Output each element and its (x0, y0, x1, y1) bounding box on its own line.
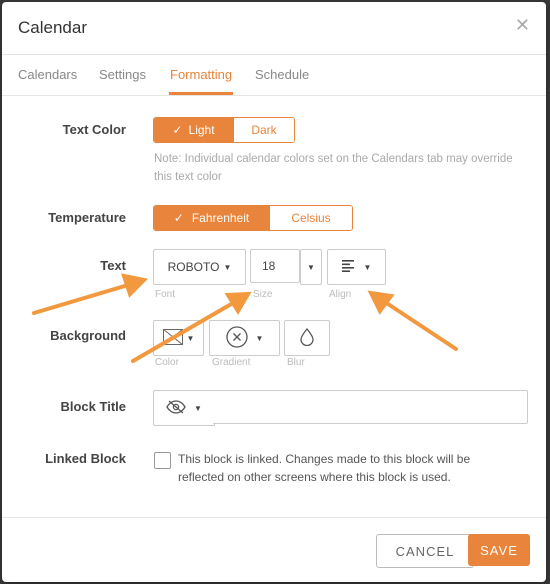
check-icon: ✓ (172, 123, 183, 137)
cancel-button[interactable]: CANCEL (376, 534, 474, 568)
caret-down-icon: ▼ (186, 333, 195, 343)
font-caption: Font (155, 289, 176, 300)
gradient-caption: Gradient (212, 357, 251, 368)
no-color-swatch-icon (162, 328, 183, 348)
tab-formatting[interactable]: Formatting (170, 67, 232, 82)
tab-schedule[interactable]: Schedule (255, 67, 309, 82)
caret-down-icon: ▼ (363, 262, 372, 272)
calendar-dialog: Calendar ✕ Calendars Settings Formatting… (2, 2, 546, 582)
color-picker[interactable]: ▼ (153, 320, 204, 356)
dialog-header: Calendar ✕ (2, 2, 546, 55)
celsius-option[interactable]: Celsius (269, 206, 352, 230)
fahrenheit-option[interactable]: ✓ Fahrenheit (154, 206, 269, 230)
background-label: Background (50, 328, 126, 343)
tab-settings[interactable]: Settings (99, 67, 146, 82)
size-caption: Size (253, 289, 273, 300)
title-visibility-select[interactable]: ▼ (153, 390, 215, 426)
text-color-note: Note: Individual calendar colors set on … (154, 153, 513, 183)
dialog-title: Calendar (18, 18, 87, 37)
close-icon[interactable]: ✕ (515, 15, 530, 35)
save-button[interactable]: SAVE (468, 534, 530, 566)
fahrenheit-option-label: Fahrenheit (191, 211, 250, 225)
tab-calendars[interactable]: Calendars (18, 67, 77, 82)
caret-down-icon: ▼ (255, 333, 264, 343)
light-option-label: Light (188, 123, 215, 137)
align-select[interactable]: ▼ (327, 249, 386, 285)
dialog-footer: CANCEL SAVE (2, 517, 546, 582)
align-caption: Align (329, 289, 352, 300)
tab-bar: Calendars Settings Formatting Schedule (2, 55, 546, 96)
blur-caption: Blur (287, 357, 305, 368)
caret-down-icon: ▼ (307, 262, 315, 272)
font-value: ROBOTO (167, 260, 220, 274)
caret-down-icon: ▼ (223, 262, 232, 272)
temperature-label: Temperature (48, 210, 126, 225)
block-title-label: Block Title (60, 399, 126, 414)
size-dropdown-button[interactable]: ▼ (300, 249, 322, 285)
check-icon: ✓ (173, 211, 184, 225)
size-input[interactable]: 18 (250, 249, 300, 283)
text-color-toggle: ✓ Light Dark (153, 117, 295, 143)
gradient-picker[interactable]: ▼ (209, 320, 280, 356)
dark-option[interactable]: Dark (233, 118, 294, 142)
active-tab-indicator (169, 92, 233, 95)
align-left-icon (341, 259, 356, 275)
temperature-toggle: ✓ Fahrenheit Celsius (153, 205, 353, 231)
font-select[interactable]: ROBOTO ▼ (153, 249, 246, 285)
text-color-label: Text Color (62, 122, 126, 137)
eye-off-icon (166, 399, 186, 417)
droplet-icon (300, 327, 314, 349)
circle-x-icon (225, 325, 248, 351)
block-title-input[interactable] (213, 390, 528, 424)
linked-block-checkbox[interactable] (154, 452, 171, 469)
blur-button[interactable] (284, 320, 330, 356)
caret-down-icon: ▼ (194, 403, 202, 413)
linked-block-label: Linked Block (45, 451, 126, 466)
light-option[interactable]: ✓ Light (154, 118, 233, 142)
text-label: Text (100, 258, 126, 273)
linked-block-description: This block is linked. Changes made to th… (178, 452, 471, 484)
color-caption: Color (155, 357, 179, 368)
